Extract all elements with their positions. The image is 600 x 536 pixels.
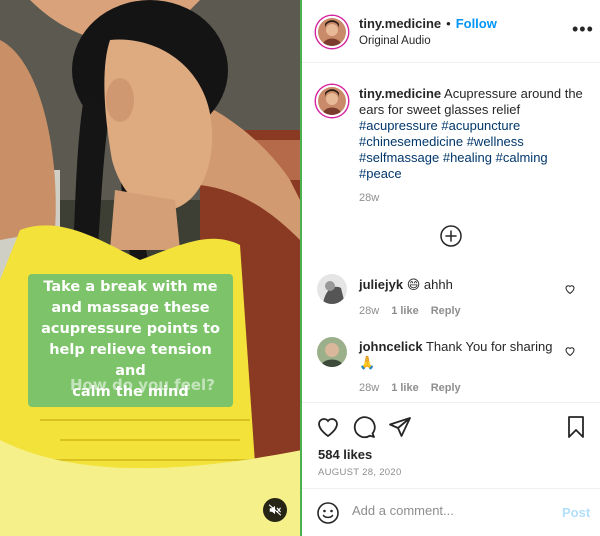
- follow-button[interactable]: Follow: [456, 16, 497, 31]
- comment-likes[interactable]: 1 like: [391, 305, 419, 317]
- comment: johncelick Thank You for sharing 🙏: [359, 339, 569, 371]
- comment-username[interactable]: juliejyk: [359, 277, 403, 292]
- caption-username[interactable]: tiny.medicine: [359, 86, 441, 101]
- overlay-line: Take a break with me: [43, 279, 218, 295]
- comment-like-heart-icon[interactable]: [564, 345, 576, 357]
- post-caption: tiny.medicine Acupressure around the ear…: [359, 86, 589, 182]
- avatar-image: [317, 274, 347, 304]
- audio-label[interactable]: Original Audio: [359, 35, 431, 47]
- comment-emoji: 😄: [406, 277, 421, 292]
- comment-meta: 28w 1 like Reply: [359, 305, 461, 317]
- overlay-line: and massage these: [51, 300, 210, 316]
- hashtag-link[interactable]: #chinesemedicine: [359, 134, 463, 149]
- comment-time[interactable]: 28w: [359, 382, 379, 394]
- muted-speaker-icon: [268, 504, 282, 516]
- comment-username[interactable]: johncelick: [359, 339, 423, 354]
- reply-button[interactable]: Reply: [431, 382, 461, 394]
- post-side-panel: tiny.medicine • Follow Original Audio ••…: [302, 0, 600, 536]
- comment-emoji: 🙏: [359, 355, 376, 370]
- comment-bubble-icon[interactable]: [352, 415, 376, 439]
- post-date[interactable]: AUGUST 28, 2020: [318, 467, 402, 478]
- reply-button[interactable]: Reply: [431, 305, 461, 317]
- author-username[interactable]: tiny.medicine: [359, 16, 441, 31]
- comment-like-heart-icon[interactable]: [564, 283, 576, 295]
- author-avatar[interactable]: [316, 16, 348, 48]
- avatar-image: [318, 87, 346, 115]
- post-header: tiny.medicine • Follow Original Audio ••…: [302, 0, 600, 63]
- hashtag-link[interactable]: #healing: [443, 150, 492, 165]
- load-more-comments-icon[interactable]: [439, 224, 463, 248]
- emoji-picker-icon[interactable]: [316, 501, 340, 525]
- save-bookmark-icon[interactable]: [564, 415, 588, 439]
- likes-count[interactable]: 584 likes: [318, 447, 372, 462]
- comment-likes[interactable]: 1 like: [391, 382, 419, 394]
- instagram-post: Take a break with me and massage these a…: [0, 0, 600, 536]
- comment-time[interactable]: 28w: [359, 305, 379, 317]
- comment-text: ahhh: [423, 277, 453, 292]
- post-actions: 584 likes AUGUST 28, 2020 Post: [302, 402, 600, 536]
- hashtag-link[interactable]: #calming: [496, 150, 548, 165]
- avatar-image: [317, 337, 347, 367]
- comment-meta: 28w 1 like Reply: [359, 382, 461, 394]
- hashtag-link[interactable]: #acupressure: [359, 118, 438, 133]
- hashtag-link[interactable]: #wellness: [467, 134, 524, 149]
- like-heart-icon[interactable]: [316, 415, 340, 439]
- video-question-text: How do you feel?: [70, 376, 215, 394]
- comment-input[interactable]: [352, 503, 542, 518]
- hashtag-link[interactable]: #acupuncture: [441, 118, 520, 133]
- commenter-avatar[interactable]: [317, 337, 347, 367]
- comment: juliejyk 😄 ahhh: [359, 277, 569, 293]
- caption-timestamp[interactable]: 28w: [359, 192, 379, 204]
- separator-dot: •: [446, 16, 451, 31]
- comment-text: Thank You for sharing: [425, 339, 553, 354]
- overlay-line: acupressure points to: [41, 321, 220, 337]
- commenter-avatar[interactable]: [317, 274, 347, 304]
- share-paper-plane-icon[interactable]: [388, 415, 412, 439]
- post-video[interactable]: Take a break with me and massage these a…: [0, 0, 302, 536]
- mute-button[interactable]: [263, 498, 287, 522]
- post-comment-button[interactable]: Post: [562, 505, 590, 520]
- video-frame: [0, 0, 300, 536]
- hashtag-link[interactable]: #selfmassage: [359, 150, 439, 165]
- hashtag-link[interactable]: #peace: [359, 166, 402, 181]
- add-comment-bar: Post: [302, 488, 600, 536]
- more-options-icon[interactable]: •••: [572, 20, 594, 38]
- avatar-image: [318, 18, 346, 46]
- caption-author-avatar[interactable]: [316, 85, 348, 117]
